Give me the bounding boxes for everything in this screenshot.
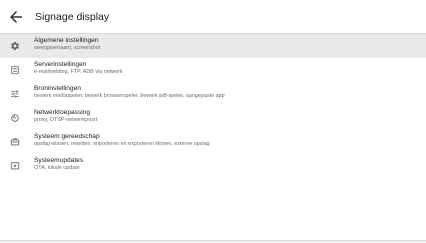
settings-list: Algemene instellingen weergavenaam, scre… [0, 34, 426, 178]
settings-item-subtitle: OTA, lokale update [34, 164, 80, 171]
settings-item-source[interactable]: Broninstellingen bewerk mediaspeler, bew… [0, 82, 426, 106]
toolbox-icon [10, 137, 20, 147]
settings-item-subtitle: bewerk mediaspeler, bewerk browserspeler… [34, 92, 225, 99]
back-button[interactable] [7, 8, 25, 26]
settings-item-server[interactable]: Serverinstellingen e-mailmelding, FTP, A… [0, 58, 426, 82]
system-update-icon [10, 161, 20, 171]
server-icon [10, 65, 20, 75]
page-title: Signage display [35, 11, 110, 23]
settings-item-subtitle: weergavenaam, screenshot [34, 44, 101, 51]
settings-item-label: Algemene instellingen [34, 37, 99, 44]
settings-item-subtitle: e-mailmelding, FTP, ADB via netwerk [34, 68, 123, 75]
gear-icon [10, 41, 20, 51]
network-icon [10, 113, 20, 123]
app-bar: Signage display [0, 0, 426, 34]
arrow-back-icon [10, 11, 22, 23]
settings-item-network[interactable]: Netwerktoepassing proxy, OTSP-netwerkpoo… [0, 106, 426, 130]
settings-item-subtitle: opslag wissen, resetten, importeren en e… [34, 140, 210, 147]
settings-item-system-updates[interactable]: Systeemupdates OTA, lokale update [0, 154, 426, 178]
sliders-icon [10, 89, 20, 99]
settings-item-general[interactable]: Algemene instellingen weergavenaam, scre… [0, 34, 426, 58]
settings-item-label: Netwerktoepassing [34, 109, 91, 116]
settings-item-subtitle: proxy, OTSP-netwerkpoort [34, 116, 98, 123]
settings-item-system-tools[interactable]: Systeem gereedschap opslag wissen, reset… [0, 130, 426, 154]
settings-item-label: Serverinstellingen [34, 61, 87, 68]
settings-item-label: Systeem gereedschap [34, 133, 100, 140]
settings-item-label: Broninstellingen [34, 85, 81, 92]
settings-item-label: Systeemupdates [34, 157, 84, 164]
